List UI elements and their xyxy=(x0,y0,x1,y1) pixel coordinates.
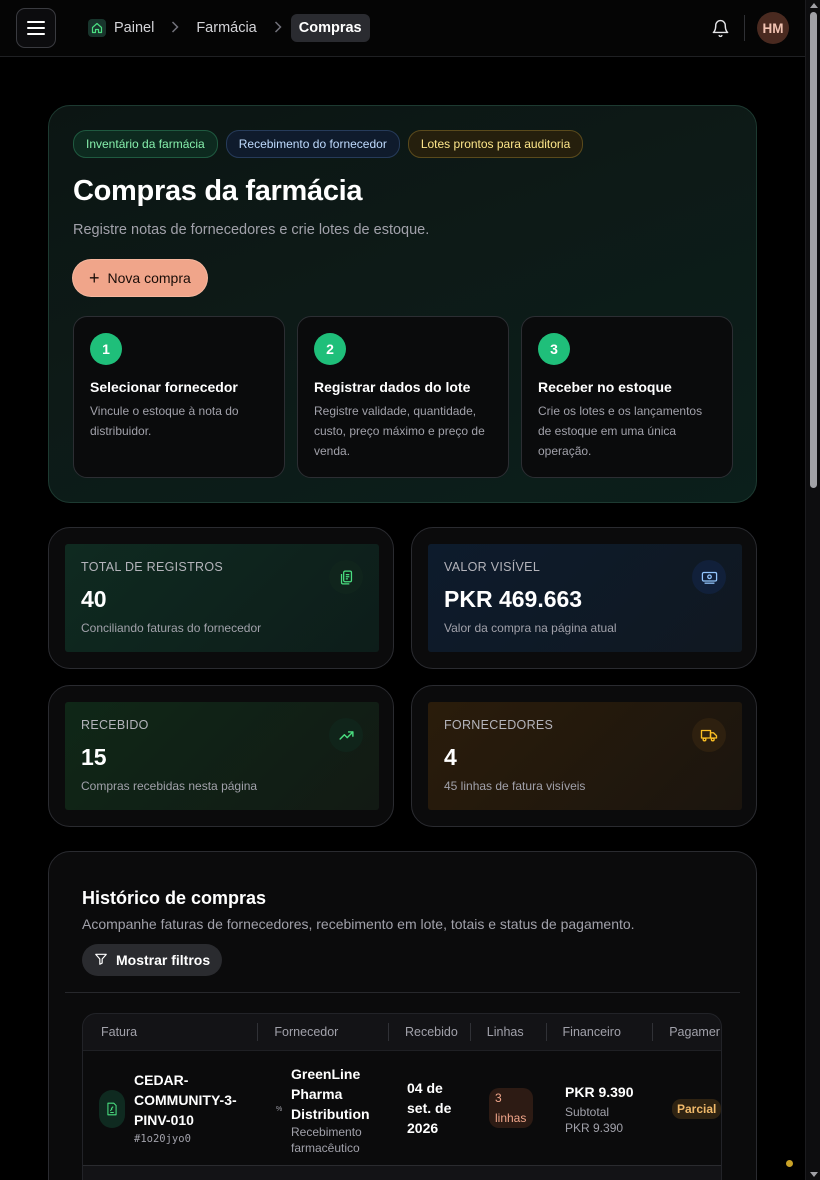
step-text: Crie os lotes e os lançamentos de estoqu… xyxy=(538,404,703,458)
received-date: 04 de set. de 2026 xyxy=(407,1080,452,1136)
chip-inventario: Inventário da farmácia xyxy=(73,130,218,158)
breadcrumb-label: Painel xyxy=(114,20,155,36)
divider xyxy=(65,992,740,993)
plus-icon: + xyxy=(89,268,100,288)
step-title: Receber no estoque xyxy=(538,379,672,395)
table-header: Fatura Fornecedor Recebido Linhas Financ… xyxy=(83,1014,721,1050)
column-header-pagamento[interactable]: Pagamer xyxy=(653,1023,721,1041)
stat-card-total: TOTAL DE REGISTROS 40 Conciliando fatura… xyxy=(48,527,394,669)
stat-label: RECEBIDO xyxy=(81,718,149,732)
stat-value: 4 xyxy=(444,744,457,770)
lines-badge: 3 linhas xyxy=(489,1088,533,1128)
step-text: Vincule o estoque à nota do distribuidor… xyxy=(90,404,239,438)
column-header-fornecedor[interactable]: Fornecedor xyxy=(258,1023,389,1041)
stat-desc: Conciliando faturas do fornecedor xyxy=(81,621,262,635)
new-purchase-label: Nova compra xyxy=(107,270,191,286)
page: Painel Farmácia Compras HM Inventário da… xyxy=(0,0,805,1180)
show-filters-label: Mostrar filtros xyxy=(116,952,211,968)
stat-label: VALOR VISÍVEL xyxy=(444,560,541,574)
filter-icon xyxy=(94,952,108,969)
column-header-financeiro[interactable]: Financeiro xyxy=(547,1023,654,1041)
stat-desc: Valor da compra na página atual xyxy=(444,621,617,635)
top-bar: Painel Farmácia Compras HM xyxy=(0,0,805,57)
chevron-right-icon xyxy=(274,20,282,36)
column-header-fatura[interactable]: Fatura xyxy=(83,1023,259,1041)
column-header-linhas[interactable]: Linhas xyxy=(471,1023,547,1041)
steps: 1 Selecionar fornecedor Vincule o estoqu… xyxy=(73,316,733,478)
subtotal-label: Subtotal xyxy=(565,1105,610,1119)
invoice-code: #1o20jyo0 xyxy=(134,1133,191,1145)
step-card: 3 Receber no estoque Crie os lotes e os … xyxy=(521,316,733,478)
supplier-type: Recebimento farmacêutico xyxy=(291,1125,362,1155)
show-filters-button[interactable]: Mostrar filtros xyxy=(82,944,223,976)
breadcrumb: Painel Farmácia Compras xyxy=(80,13,370,43)
stat-card-recebido: RECEBIDO 15 Compras recebidas nesta pági… xyxy=(48,685,394,827)
payment-status-badge: Parcial xyxy=(672,1099,721,1119)
breadcrumb-painel[interactable]: Painel xyxy=(80,13,162,43)
stat-desc: Compras recebidas nesta página xyxy=(81,779,258,793)
step-title: Selecionar fornecedor xyxy=(90,379,238,395)
breadcrumb-label: Compras xyxy=(298,20,362,36)
history-title: Histórico de compras xyxy=(82,888,267,908)
hero-card: Inventário da farmácia Recebimento do fo… xyxy=(48,105,757,503)
divider xyxy=(744,15,745,41)
hero-chips: Inventário da farmácia Recebimento do fo… xyxy=(73,130,732,158)
column-header-recebido[interactable]: Recebido xyxy=(389,1023,471,1041)
scroll-up-arrow-icon[interactable] xyxy=(810,3,818,8)
scrollbar-thumb[interactable] xyxy=(810,12,817,488)
table-row[interactable]: CEDAR-COMMUNITY-3-PINV-010 #1o20jyo0 % G… xyxy=(83,1050,721,1166)
page-subtitle: Registre notas de fornecedores e crie lo… xyxy=(73,222,430,238)
invoice-number[interactable]: CEDAR-COMMUNITY-3-PINV-010 xyxy=(134,1070,264,1130)
supplier-name: GreenLine Pharma Distribution xyxy=(291,1066,370,1122)
step-title: Registrar dados do lote xyxy=(314,379,471,395)
status-dot xyxy=(786,1160,793,1167)
bell-icon[interactable] xyxy=(708,16,732,40)
purchase-table: Fatura Fornecedor Recebido Linhas Financ… xyxy=(82,1013,722,1180)
financial-subtotal: Subtotal PKR 9.390 xyxy=(565,1104,623,1136)
stat-label: FORNECEDORES xyxy=(444,718,554,732)
step-number: 3 xyxy=(538,333,570,365)
breadcrumb-compras[interactable]: Compras xyxy=(290,14,370,42)
subtotal-value: PKR 9.390 xyxy=(565,1121,624,1135)
purchase-history: Histórico de compras Acompanhe faturas d… xyxy=(48,851,757,1180)
step-card: 2 Registrar dados do lote Registre valid… xyxy=(297,316,509,478)
stat-value: 40 xyxy=(81,586,107,612)
menu-button[interactable] xyxy=(16,8,56,48)
history-subtitle: Acompanhe faturas de fornecedores, receb… xyxy=(82,916,635,932)
page-title: Compras da farmácia xyxy=(73,175,363,207)
trending-up-icon xyxy=(329,718,363,752)
avatar[interactable]: HM xyxy=(757,12,789,44)
step-text: Registre validade, quantidade, custo, pr… xyxy=(314,404,485,458)
breadcrumb-label: Farmácia xyxy=(196,20,257,36)
stat-value: PKR 469.663 xyxy=(444,586,583,612)
clipboard-copy-icon xyxy=(329,560,363,594)
step-number: 2 xyxy=(314,333,346,365)
breadcrumb-farmacia[interactable]: Farmácia xyxy=(188,14,264,42)
new-purchase-button[interactable]: + Nova compra xyxy=(73,260,207,296)
banknote-icon xyxy=(692,560,726,594)
stat-label: TOTAL DE REGISTROS xyxy=(81,560,223,574)
scroll-down-arrow-icon[interactable] xyxy=(810,1172,818,1177)
hamburger-icon xyxy=(27,21,45,35)
chip-recebimento: Recebimento do fornecedor xyxy=(225,130,400,158)
percent-icon: % xyxy=(276,1106,283,1113)
step-number: 1 xyxy=(90,333,122,365)
chevron-right-icon xyxy=(171,20,179,36)
truck-icon xyxy=(692,718,726,752)
financial-total: PKR 9.390 xyxy=(565,1084,634,1100)
invoice-icon xyxy=(99,1090,125,1128)
stat-desc: 45 linhas de fatura visíveis xyxy=(444,779,586,793)
chip-lotes: Lotes prontos para auditoria xyxy=(407,130,584,158)
step-card: 1 Selecionar fornecedor Vincule o estoqu… xyxy=(73,316,285,478)
stat-value: 15 xyxy=(81,744,107,770)
home-icon xyxy=(88,19,106,37)
stat-card-fornecedores: FORNECEDORES 4 45 linhas de fatura visív… xyxy=(411,685,757,827)
stat-card-valor: VALOR VISÍVEL PKR 469.663 Valor da compr… xyxy=(411,527,757,669)
scrollbar[interactable] xyxy=(805,0,820,1180)
